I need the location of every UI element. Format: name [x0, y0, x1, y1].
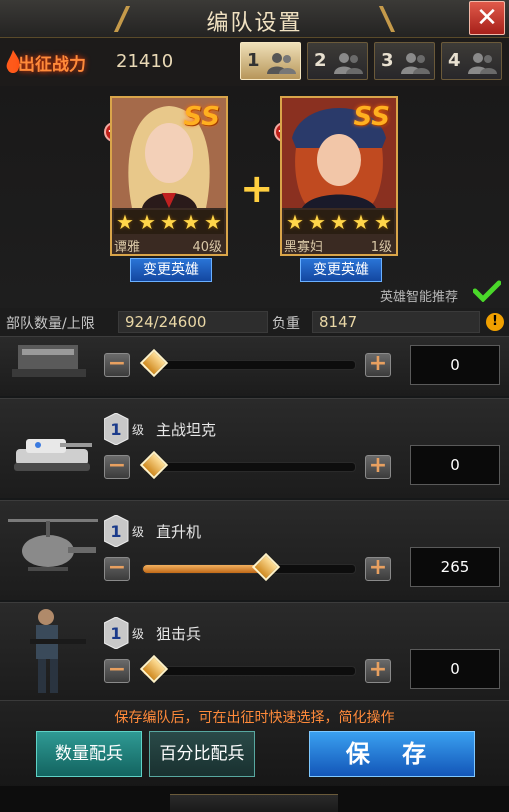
increase-button[interactable]: +: [365, 659, 391, 683]
save-hint: 保存编队后，可在出征时快速选择，简化操作: [114, 710, 395, 726]
power-label: 出征战力: [18, 55, 86, 75]
unit-slider[interactable]: [139, 654, 356, 684]
bottom-decoration: [170, 794, 338, 812]
page-title: 编队设置: [206, 11, 303, 36]
decrease-button[interactable]: −: [104, 353, 130, 377]
slider-knob[interactable]: [139, 654, 169, 684]
slider-fill: [143, 565, 266, 573]
increase-button[interactable]: +: [365, 353, 391, 377]
formation-tab-number: 4: [448, 50, 461, 71]
star-icon: ★: [182, 210, 200, 234]
formation-tab-3[interactable]: 3: [374, 42, 435, 80]
level-badge: 1 级: [104, 515, 144, 547]
hero-card[interactable]: SS ★ ★ ★ ★ ★ 黑寡妇 1级: [280, 96, 398, 256]
formation-tab-1[interactable]: 1: [240, 42, 301, 80]
unit-slider[interactable]: [139, 450, 356, 480]
unit-slider[interactable]: [139, 348, 356, 378]
slider-knob[interactable]: [251, 552, 281, 582]
unit-count-input[interactable]: 265: [410, 547, 500, 587]
unit-row: 1 级 狙击兵 − + 0: [0, 602, 509, 700]
unit-name: 狙击兵: [156, 625, 202, 643]
slider-knob[interactable]: [139, 348, 169, 378]
unit-slider[interactable]: [142, 552, 356, 582]
formation-tab-2[interactable]: 2: [307, 42, 368, 80]
hero-grade: SS: [353, 102, 390, 132]
hero-name: 黑寡妇: [284, 240, 324, 255]
people-icon: [401, 53, 430, 74]
power-value: 21410: [116, 51, 174, 72]
level-number: 1: [110, 522, 121, 541]
unit-count-input[interactable]: 0: [410, 445, 500, 485]
power-row: 出征战力 21410 1 2 3 4: [0, 38, 509, 86]
decrease-button[interactable]: −: [104, 455, 130, 479]
star-icon: ★: [160, 210, 178, 234]
unit-count-input[interactable]: 0: [410, 345, 500, 385]
change-hero-button[interactable]: 变更英雄: [300, 258, 382, 282]
level-suffix: 级: [132, 627, 144, 641]
decrease-button[interactable]: −: [104, 557, 130, 581]
hero-grade: SS: [183, 102, 220, 132]
troop-summary: 部队数量/上限 924/24600 负重 8147: [0, 308, 509, 336]
header-bar: 编队设置 ✕: [0, 0, 509, 38]
plus-icon: +: [240, 166, 274, 212]
star-icon: ★: [116, 210, 134, 234]
unit-row: 1 级 主战坦克 − + 0: [0, 398, 509, 498]
star-icon: ★: [204, 210, 222, 234]
level-number: 1: [110, 624, 121, 643]
load-value: 8147: [312, 311, 480, 333]
hero-level: 40级: [192, 240, 222, 255]
formation-tab-4[interactable]: 4: [441, 42, 502, 80]
level-number: 1: [110, 420, 121, 439]
formation-tab-number: 1: [247, 50, 260, 71]
formation-tab-number: 3: [381, 50, 394, 71]
level-badge: 1 级: [104, 617, 144, 649]
slider-knob[interactable]: [139, 450, 169, 480]
load-label: 负重: [272, 316, 300, 332]
change-hero-button[interactable]: 变更英雄: [130, 258, 212, 282]
star-icon: ★: [352, 210, 370, 234]
star-icon: ★: [308, 210, 326, 234]
star-icon: ★: [330, 210, 348, 234]
people-icon: [267, 53, 296, 74]
hero-panel: − SS ★★★★★ 谭雅 40级 + −: [0, 86, 509, 308]
warning-icon[interactable]: !: [486, 313, 504, 331]
increase-button[interactable]: +: [365, 455, 391, 479]
close-button[interactable]: ✕: [469, 1, 505, 35]
formation-tab-number: 2: [314, 50, 327, 71]
checkmark-icon[interactable]: [473, 280, 501, 302]
bottom-bar: [0, 786, 509, 812]
quantity-assign-button[interactable]: 数量配兵: [36, 731, 142, 777]
star-icon: ★: [286, 210, 304, 234]
star-icon: ★: [374, 210, 392, 234]
level-suffix: 级: [132, 423, 144, 437]
unit-row: 1 级 直升机 − + 265: [0, 500, 509, 600]
hero-stars: ★ ★ ★ ★ ★: [284, 210, 394, 234]
level-badge: 1 级: [104, 413, 144, 445]
sniper-image: [30, 609, 86, 693]
hero-card[interactable]: SS ★ ★ ★ ★ ★ 谭雅 40级: [110, 96, 228, 256]
close-icon: ✕: [476, 3, 498, 33]
save-button[interactable]: 保 存: [309, 731, 475, 777]
formation-settings-screen: 编队设置 ✕ 出征战力 21410 1 2 3 4 −: [0, 0, 509, 812]
unit-count-input[interactable]: 0: [410, 649, 500, 689]
unit-name: 直升机: [156, 523, 202, 541]
tank-image: [14, 439, 92, 471]
troop-count-value: 924/24600: [118, 311, 268, 333]
helicopter-image: [8, 519, 98, 571]
unit-row: − + 0: [0, 336, 509, 396]
increase-button[interactable]: +: [365, 557, 391, 581]
level-suffix: 级: [132, 525, 144, 539]
hero-stars: ★ ★ ★ ★ ★: [114, 210, 224, 234]
unit-image: [12, 345, 86, 377]
smart-recommend-label: 英雄智能推荐: [380, 290, 459, 305]
people-icon: [334, 53, 363, 74]
unit-name: 主战坦克: [156, 421, 217, 439]
people-icon: [468, 53, 497, 74]
hero-level: 1级: [370, 240, 392, 255]
decrease-button[interactable]: −: [104, 659, 130, 683]
hero-name: 谭雅: [114, 240, 141, 255]
troop-count-label: 部队数量/上限: [6, 316, 95, 332]
percent-assign-button[interactable]: 百分比配兵: [149, 731, 255, 777]
star-icon: ★: [138, 210, 156, 234]
